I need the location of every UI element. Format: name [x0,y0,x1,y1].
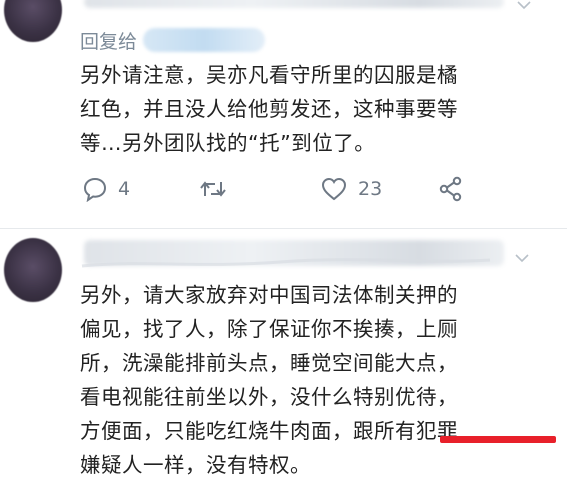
text-line: 嫌疑人一样，没有特权。 [80,453,311,477]
text-line: 另外，请大家放弃对中国司法体制关押的 [80,283,458,307]
reply-button[interactable]: 4 [82,172,130,206]
share-icon [439,176,462,202]
text-line: 方便面，只能吃红烧牛肉面，跟所有犯罪 [80,419,458,443]
tweet-body: 另外请注意，吴亦凡看守所里的囚服是橘 红色，并且没人给他剪发还，这种事要等 等…… [80,58,458,160]
divider [0,228,567,229]
red-underline-annotation [440,436,556,443]
avatar[interactable] [4,238,62,302]
text-line: 所，洗澡能排前头点，睡觉空间能大点， [80,351,458,375]
action-bar: 4 23 [80,172,480,206]
chevron-down-icon[interactable] [516,0,532,13]
like-button[interactable]: 23 [320,172,382,206]
reply-to-label: 回复给 [80,30,138,53]
reply-count: 4 [118,178,131,200]
text-line: 偏见，找了人，除了保证你不挨揍，上厕 [80,317,458,341]
avatar[interactable] [4,0,62,42]
text-line: 红色，并且没人给他剪发还，这种事要等 [80,97,458,121]
reply-to-line: 回复给 [80,26,266,54]
username-redacted [84,0,504,8]
like-count: 23 [358,178,383,200]
text-line: 等…另外团队找的“托”到位了。 [80,131,376,155]
redaction-scribble [81,258,491,268]
text-line: 看电视能往前坐以外，没什么特别优待， [80,385,458,409]
retweet-button[interactable] [198,172,238,206]
text-line: 另外请注意，吴亦凡看守所里的囚服是橘 [80,63,458,87]
retweet-icon [200,181,226,197]
comment-icon [83,177,107,202]
tweet-body: 另外，请大家放弃对中国司法体制关押的 偏见，找了人，除了保证你不挨揍，上厕 所，… [80,278,458,482]
share-button[interactable] [438,172,464,206]
heart-icon [321,177,347,201]
mention-redacted[interactable] [143,28,266,52]
